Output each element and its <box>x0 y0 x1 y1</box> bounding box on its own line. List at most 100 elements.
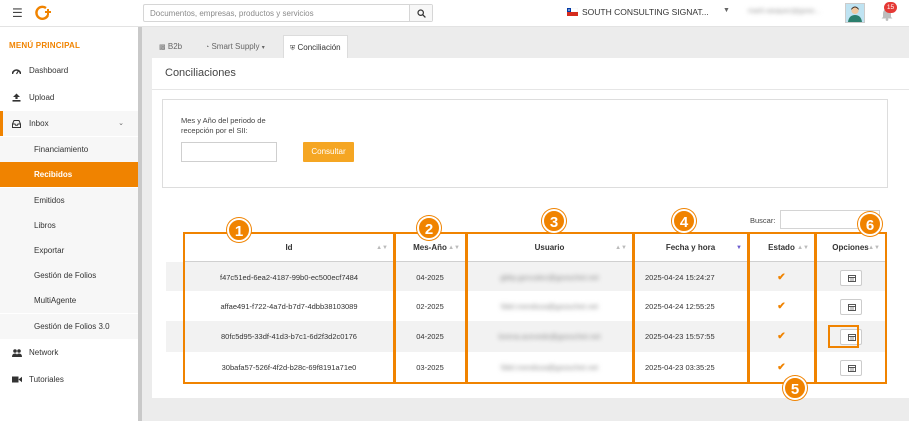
tab-smart-supply[interactable]: ◔ Smart Supply ▾ <box>199 35 271 58</box>
global-search <box>143 4 433 22</box>
hamburger-menu-icon[interactable]: ☰ <box>12 7 23 19</box>
sidebar-item-label: Upload <box>29 93 55 102</box>
sidebar-item-gestion-folios[interactable]: Gestión de Folios <box>0 263 138 288</box>
sidebar-item-label: Tutoriales <box>29 375 64 384</box>
tab-conciliacion[interactable]: ⛨ Conciliación <box>283 35 348 58</box>
inbox-icon <box>12 111 22 138</box>
options-button[interactable] <box>839 299 862 316</box>
cell-usuario: lorena.acevedo@gooschet.net <box>498 332 601 341</box>
sidebar-item-network[interactable]: Network <box>0 340 138 365</box>
column-header-estado[interactable]: Estado ▲▼ <box>748 234 815 262</box>
marker-6: 6 <box>858 212 882 236</box>
caret-down-icon: ▾ <box>261 45 265 51</box>
app-logo-icon[interactable] <box>34 5 52 21</box>
search-button[interactable] <box>409 5 432 21</box>
check-icon: ✔ <box>777 362 786 373</box>
sidebar-item-dashboard[interactable]: Dashboard <box>0 58 138 83</box>
search-input[interactable] <box>144 5 410 21</box>
sidebar-item-label: MultiAgente <box>34 296 77 305</box>
sidebar-item-label: Emitidos <box>34 196 65 205</box>
column-header-label: Id <box>285 243 293 252</box>
check-icon: ✔ <box>777 272 786 283</box>
marker-4: 4 <box>672 209 696 233</box>
network-icon <box>12 340 22 367</box>
cell-fecha: 2025-04-24 15:24:27 <box>645 273 715 282</box>
sidebar-item-exportar[interactable]: Exportar <box>0 238 138 263</box>
sort-icon[interactable]: ▲▼ <box>797 234 809 262</box>
column-header-id[interactable]: Id ▲▼ <box>184 234 394 262</box>
table-row[interactable]: 30bafa57-526f-4f2d-b28c-69f8191a71e0 03-… <box>166 352 886 383</box>
sidebar-item-multiagente[interactable]: MultiAgente <box>0 288 138 313</box>
period-label: Mes y Año del periodo de recepción por e… <box>181 116 266 135</box>
sidebar-item-label: Dashboard <box>29 66 69 75</box>
sort-desc-icon[interactable]: ▼ <box>736 234 742 262</box>
column-header-usuario[interactable]: Usuario ▲▼ <box>466 234 633 262</box>
company-selector[interactable]: SOUTH CONSULTING SIGNAT... <box>582 7 709 17</box>
cell-fecha: 2025-04-24 12:55:25 <box>645 302 715 311</box>
sidebar-item-label: Financiamiento <box>34 145 89 154</box>
cell-mes-ano: 02-2025 <box>416 302 444 311</box>
sidebar-item-label: Gestión de Folios <box>34 271 97 280</box>
user-email[interactable]: martl.vasquez@gooo... <box>748 8 820 15</box>
page-title: Conciliaciones <box>165 67 236 79</box>
period-input[interactable] <box>181 142 277 162</box>
sidebar-item-tutoriales[interactable]: Tutoriales <box>0 367 138 392</box>
consultar-button[interactable]: Consultar <box>303 142 354 162</box>
user-avatar-icon <box>846 4 864 22</box>
document-icon: ▩ <box>159 44 166 51</box>
sidebar-item-financiamiento[interactable]: Financiamiento <box>0 137 138 162</box>
cell-opciones <box>815 291 886 322</box>
pie-chart-icon: ◔ <box>205 44 210 51</box>
sidebar-item-inbox[interactable]: Inbox ⌄ <box>0 111 138 136</box>
cell-fecha: 2025-04-23 03:35:25 <box>645 363 715 372</box>
sort-icon[interactable]: ▲▼ <box>448 234 460 262</box>
shield-icon: ⛨ <box>290 45 296 52</box>
cell-usuario: fidel.mendoza@gooschet.net <box>500 363 599 372</box>
column-header-fecha[interactable]: Fecha y hora ▼ <box>633 234 748 262</box>
sort-icon[interactable]: ▲▼ <box>868 234 880 262</box>
marker-2: 2 <box>417 216 441 240</box>
column-header-opciones[interactable]: Opciones ▲▼ <box>815 234 886 262</box>
tab-b2b[interactable]: ▩ B2b <box>153 35 188 58</box>
marker-1: 1 <box>227 218 251 242</box>
table-row[interactable]: affae491-f722-4a7d-b7d7-4dbb38103089 02-… <box>166 291 886 322</box>
cell-id: f47c51ed-6ea2-4187-99b0-ec500ecf7484 <box>219 273 359 282</box>
sidebar-item-gestion-folios-3[interactable]: Gestión de Folios 3.0 <box>0 314 138 339</box>
table-search-label: Buscar: <box>750 216 776 225</box>
cell-mes-ano: 04-2025 <box>416 273 444 282</box>
cell-mes-ano: 03-2025 <box>416 363 444 372</box>
check-icon: ✔ <box>777 331 786 342</box>
divider <box>152 89 909 90</box>
cell-opciones <box>815 352 886 383</box>
sort-icon[interactable]: ▲▼ <box>615 234 627 262</box>
sidebar: MENÚ PRINCIPAL Dashboard Upload Inbox ⌄ … <box>0 27 138 421</box>
cell-mes-ano: 04-2025 <box>416 332 444 341</box>
tab-label: Conciliación <box>297 43 341 52</box>
sidebar-item-libros[interactable]: Libros <box>0 213 138 238</box>
cell-id: 30bafa57-526f-4f2d-b28c-69f8191a71e0 <box>221 363 357 372</box>
column-header-label: Estado <box>768 243 795 252</box>
tab-label: Smart Supply <box>211 42 260 51</box>
sort-icon[interactable]: ▲▼ <box>376 234 388 262</box>
video-icon <box>12 367 22 393</box>
options-button[interactable] <box>839 360 862 377</box>
column-header-label: Fecha y hora <box>665 243 716 252</box>
column-header-label: Mes-Año <box>413 243 447 252</box>
cell-usuario: fidel.mendoza@gooschet.net <box>500 302 599 311</box>
cell-id: 80fc5d95-33df-41d3-b7c1-6d2f3d2c0176 <box>221 332 357 341</box>
sidebar-item-label: Inbox <box>29 119 49 128</box>
sidebar-item-recibidos[interactable]: Recibidos <box>0 162 138 187</box>
chevron-down-icon[interactable]: ▼ <box>723 7 730 14</box>
options-button[interactable] <box>839 270 862 287</box>
sidebar-item-emitidos[interactable]: Emitidos <box>0 188 138 213</box>
sidebar-item-label: Recibidos <box>34 170 73 179</box>
cell-usuario: gbby.gonzalez@gooschet.net <box>500 273 599 282</box>
sidebar-item-label: Gestión de Folios 3.0 <box>34 322 110 331</box>
dashboard-icon <box>11 58 22 85</box>
chevron-down-icon[interactable]: ⌄ <box>118 111 124 136</box>
avatar[interactable] <box>845 3 865 23</box>
table-row[interactable]: 80fc5d95-33df-41d3-b7c1-6d2f3d2c0176 04-… <box>166 321 886 352</box>
sidebar-item-upload[interactable]: Upload <box>0 85 138 110</box>
table-row[interactable]: f47c51ed-6ea2-4187-99b0-ec500ecf7484 04-… <box>166 262 886 293</box>
sidebar-item-label: Network <box>29 348 59 357</box>
